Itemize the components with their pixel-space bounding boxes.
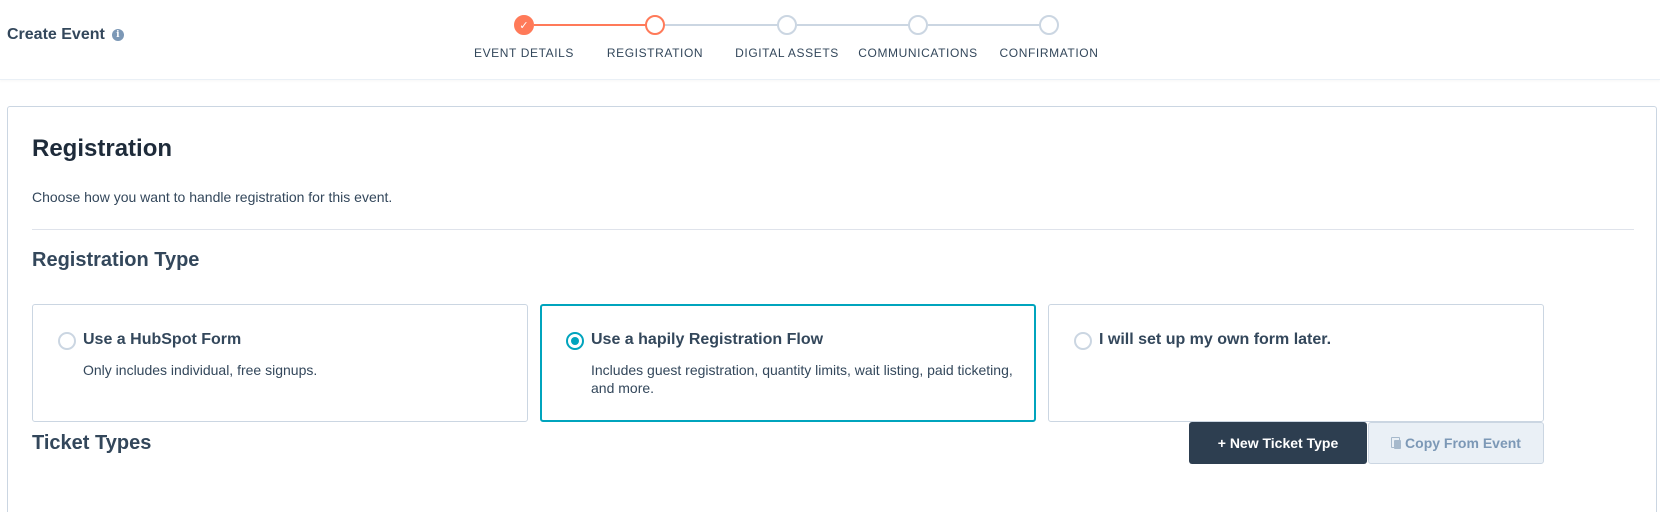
- section-description: Choose how you want to handle registrati…: [32, 189, 393, 205]
- step-event-details-check-icon[interactable]: ✓: [514, 15, 534, 35]
- ticket-types-heading: Ticket Types: [32, 432, 152, 454]
- step-confirmation-dot[interactable]: [1039, 15, 1059, 35]
- option-hubspot-form[interactable]: Use a HubSpot Form Only includes individ…: [32, 304, 528, 422]
- radio-hubspot-form[interactable]: [58, 332, 76, 350]
- stepper-connector: [665, 24, 787, 26]
- step-label-communications[interactable]: COMMUNICATIONS: [858, 46, 978, 60]
- option-title: I will set up my own form later.: [1099, 331, 1332, 348]
- step-label-event-details[interactable]: EVENT DETAILS: [474, 46, 574, 60]
- step-registration-dot[interactable]: [645, 15, 665, 35]
- section-title: Registration: [32, 135, 173, 162]
- option-description: Includes guest registration, quantity li…: [591, 362, 1013, 396]
- copy-from-event-label: Copy From Event: [1405, 435, 1521, 451]
- option-description: Only includes individual, free signups.: [83, 362, 318, 378]
- stepper-connector: [928, 24, 1049, 26]
- copy-from-event-button[interactable]: Copy From Event: [1368, 422, 1544, 464]
- stepper-connector: [534, 24, 655, 26]
- radio-own-form-later[interactable]: [1074, 332, 1092, 350]
- option-title: Use a HubSpot Form: [83, 331, 242, 348]
- radio-hapily-registration-flow[interactable]: [566, 332, 584, 350]
- stepper-connector: [797, 24, 918, 26]
- progress-stepper: ✓ EVENT DETAILS REGISTRATION DIGITAL ASS…: [0, 0, 1660, 80]
- step-label-confirmation[interactable]: CONFIRMATION: [1000, 46, 1099, 60]
- option-title: Use a hapily Registration Flow: [591, 331, 824, 348]
- option-own-form-later[interactable]: I will set up my own form later.: [1048, 304, 1544, 422]
- copy-icon: [1391, 437, 1402, 449]
- page-header: Create Event i ✓ EVENT DETAILS REGISTRAT…: [0, 0, 1660, 80]
- divider: [32, 229, 1634, 230]
- registration-card: Registration Choose how you want to hand…: [7, 106, 1657, 512]
- step-digital-assets-dot[interactable]: [777, 15, 797, 35]
- step-label-digital-assets[interactable]: DIGITAL ASSETS: [735, 46, 839, 60]
- option-hapily-registration-flow[interactable]: Use a hapily Registration Flow Includes …: [540, 304, 1036, 422]
- registration-type-heading: Registration Type: [32, 249, 200, 271]
- step-label-registration[interactable]: REGISTRATION: [607, 46, 703, 60]
- step-communications-dot[interactable]: [908, 15, 928, 35]
- new-ticket-type-button[interactable]: + New Ticket Type: [1189, 422, 1367, 464]
